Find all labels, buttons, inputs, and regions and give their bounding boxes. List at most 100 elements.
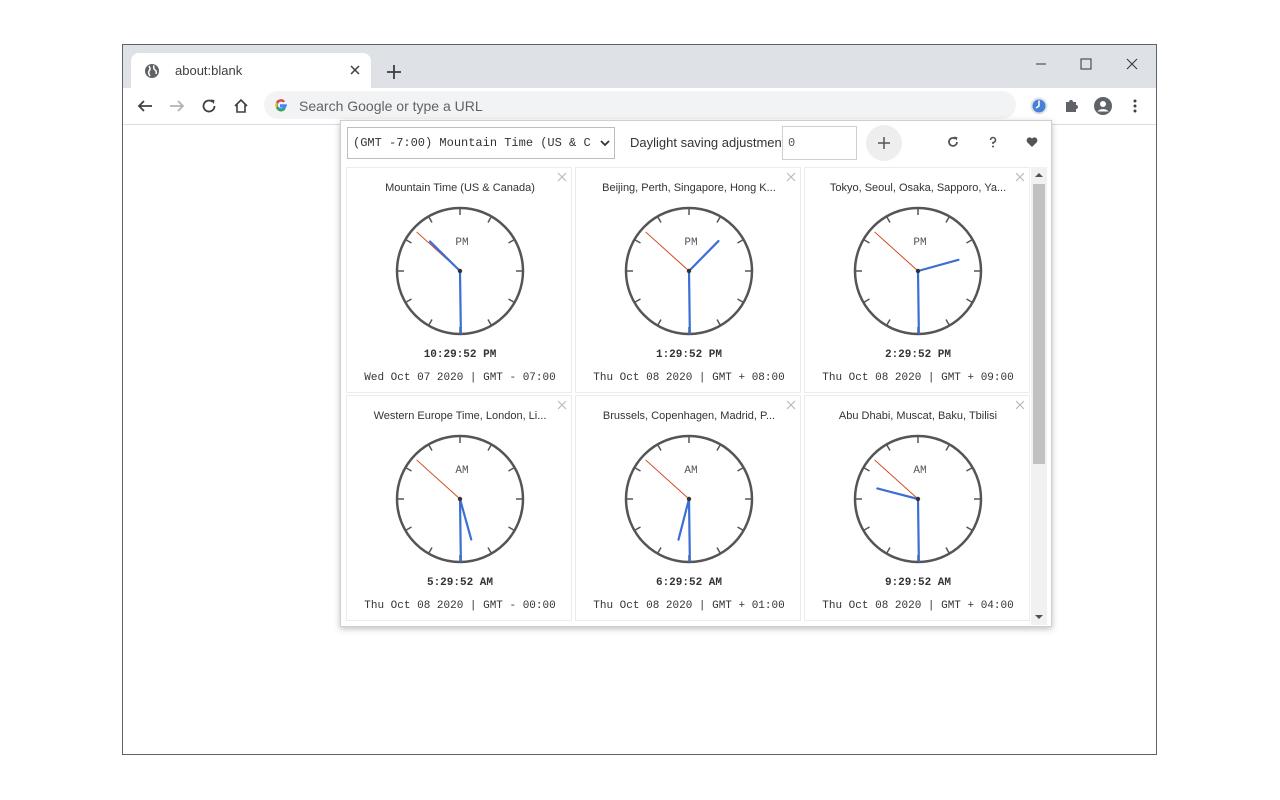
timezone-select[interactable]: (GMT -7:00) Mountain Time (US & Canada) [347, 127, 615, 159]
arrow-right-icon [170, 100, 185, 112]
world-clock-extension-button[interactable] [1025, 92, 1053, 120]
clock-date: Thu Oct 08 2020 | GMT - 00:00 [364, 600, 556, 612]
clock-time: 10:29:52 PM [423, 349, 497, 361]
close-icon[interactable] [1015, 172, 1025, 182]
clock-card: Tokyo, Seoul, Osaka, Sapporo, Ya... PM 2… [804, 167, 1030, 393]
help-icon [989, 136, 997, 148]
clock-center [915, 268, 921, 274]
heart-icon [1026, 137, 1038, 147]
clock-date: Wed Oct 07 2020 | GMT - 07:00 [364, 372, 556, 384]
clock-date: Thu Oct 08 2020 | GMT + 01:00 [593, 600, 785, 612]
reload-button[interactable] [195, 92, 223, 120]
am-pm-label: AM [684, 465, 697, 477]
clock-card: Western Europe Time, London, Li... AM 5:… [346, 395, 572, 621]
clock-date: Thu Oct 08 2020 | GMT + 04:00 [822, 600, 1014, 612]
dst-input[interactable] [782, 126, 857, 160]
address-bar[interactable] [264, 91, 1016, 119]
google-g-icon [275, 99, 287, 112]
tab-about-blank[interactable]: about:blank [131, 53, 371, 88]
minute-hand [458, 497, 462, 563]
close-icon[interactable] [557, 400, 567, 410]
clock-time: 1:29:52 PM [655, 349, 722, 361]
clock-time: 6:29:52 AM [655, 577, 722, 589]
chevron-down-icon [600, 140, 610, 147]
clock-date: Thu Oct 08 2020 | GMT + 09:00 [822, 372, 1014, 384]
clock-card: Brussels, Copenhagen, Madrid, P... AM 6:… [575, 395, 801, 621]
maximize-icon [1080, 58, 1092, 70]
analog-clock: PM [395, 206, 525, 336]
clock-time: 2:29:52 PM [884, 349, 951, 361]
clock-center [457, 268, 463, 274]
profile-button[interactable] [1089, 92, 1117, 120]
clock-time: 5:29:52 AM [426, 577, 493, 589]
clock-grid: Mountain Time (US & Canada) PM 10:29:52 … [346, 167, 1031, 625]
help-button[interactable] [985, 134, 1003, 152]
clock-card: Beijing, Perth, Singapore, Hong K... PM … [575, 167, 801, 393]
am-pm-label: PM [913, 237, 926, 249]
world-clock-popup: (GMT -7:00) Mountain Time (US & Canada) … [340, 120, 1052, 627]
am-pm-label: AM [455, 465, 468, 477]
minimize-button[interactable] [1019, 51, 1065, 79]
home-button[interactable] [227, 92, 255, 120]
minute-hand [458, 269, 462, 335]
more-vert-icon [1133, 99, 1137, 113]
globe-icon [145, 64, 159, 78]
close-icon [1126, 58, 1138, 70]
dst-label: Daylight saving adjustment [630, 135, 786, 150]
clock-title: Abu Dhabi, Muscat, Baku, Tbilisi [838, 410, 998, 422]
timezone-select-value: (GMT -7:00) Mountain Time (US & Canada) [353, 136, 591, 150]
minimize-icon [1036, 63, 1046, 65]
am-pm-label: PM [455, 237, 468, 249]
am-pm-label: PM [684, 237, 697, 249]
analog-clock: AM [395, 434, 525, 564]
clock-title: Brussels, Copenhagen, Madrid, P... [602, 410, 776, 422]
favorite-button[interactable] [1024, 134, 1042, 152]
extensions-button[interactable] [1057, 92, 1085, 120]
am-pm-label: AM [913, 465, 926, 477]
scroll-down-icon[interactable] [1035, 613, 1043, 621]
clock-center [686, 496, 692, 502]
close-window-button[interactable] [1110, 51, 1156, 79]
clock-title: Western Europe Time, London, Li... [373, 410, 547, 422]
back-button[interactable] [131, 92, 159, 120]
scrollbar[interactable] [1031, 167, 1047, 625]
popup-toolbar: (GMT -7:00) Mountain Time (US & Canada) … [341, 121, 1051, 165]
omnibox-input[interactable] [297, 95, 1001, 117]
analog-clock: AM [624, 434, 754, 564]
close-icon[interactable] [786, 400, 796, 410]
minute-hand [687, 269, 691, 335]
scrollbar-thumb[interactable] [1033, 184, 1045, 464]
maximize-button[interactable] [1064, 51, 1110, 79]
avatar-icon [1094, 97, 1112, 115]
analog-clock: PM [853, 206, 983, 336]
forward-button[interactable] [163, 92, 191, 120]
scroll-up-icon[interactable] [1035, 171, 1043, 179]
close-icon[interactable] [1015, 400, 1025, 410]
refresh-icon [948, 136, 958, 147]
close-tab-icon[interactable] [348, 63, 362, 77]
home-icon [234, 98, 248, 113]
arrow-left-icon [137, 100, 152, 112]
add-clock-button[interactable] [866, 125, 902, 161]
minute-hand [916, 269, 920, 335]
clock-card: Mountain Time (US & Canada) PM 10:29:52 … [346, 167, 572, 393]
clock-card: Abu Dhabi, Muscat, Baku, Tbilisi AM 9:29… [804, 395, 1030, 621]
chrome-menu-button[interactable] [1121, 92, 1149, 120]
clock-center [457, 496, 463, 502]
close-icon[interactable] [557, 172, 567, 182]
minute-hand [687, 497, 691, 563]
close-icon[interactable] [786, 172, 796, 182]
tab-title: about:blank [175, 63, 243, 78]
minute-hand [916, 497, 920, 563]
new-tab-icon[interactable] [383, 61, 405, 83]
clock-time: 9:29:52 AM [884, 577, 951, 589]
plus-icon [878, 137, 890, 149]
analog-clock: AM [853, 434, 983, 564]
world-clock-extension-icon [1030, 97, 1048, 115]
clock-title: Tokyo, Seoul, Osaka, Sapporo, Ya... [829, 182, 1007, 194]
clock-center [686, 268, 692, 274]
clock-title: Mountain Time (US & Canada) [385, 182, 535, 194]
analog-clock: PM [624, 206, 754, 336]
clock-center [915, 496, 921, 502]
refresh-button[interactable] [945, 134, 963, 152]
